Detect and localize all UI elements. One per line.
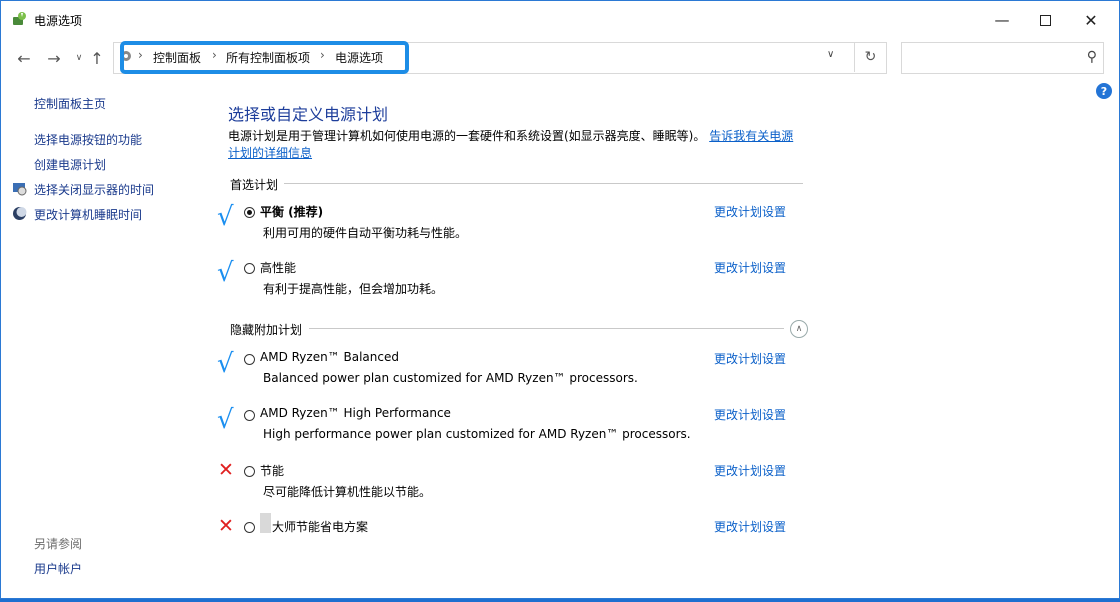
back-button[interactable]: ← — [14, 48, 34, 68]
plan-name: 节能 — [260, 464, 285, 478]
plan-radio-amd-high-performance[interactable] — [244, 410, 255, 421]
cross-mark-icon: ✕ — [218, 459, 234, 481]
sidebar-user-accounts[interactable]: 用户帐户 — [34, 560, 82, 577]
description-text: 电源计划是用于管理计算机如何使用电源的一套硬件和系统设置(如显示器亮度、睡眠等)… — [228, 129, 706, 143]
sleep-moon-icon — [13, 207, 27, 220]
address-dropdown-chevron-down-icon[interactable]: ∨ — [827, 49, 834, 60]
plan-description: Balanced power plan customized for AMD R… — [263, 371, 638, 385]
help-icon[interactable]: ? — [1096, 83, 1112, 99]
hidden-plans-label: 隐藏附加计划 — [230, 323, 303, 337]
sidebar-sleep-time[interactable]: 更改计算机睡眠时间 — [34, 206, 142, 223]
plan-description: High performance power plan customized f… — [263, 427, 691, 441]
title-bar: 电源选项 — ✕ — [1, 1, 1119, 39]
page-title: 选择或自定义电源计划 — [228, 105, 389, 124]
check-mark-icon: √ — [217, 405, 234, 435]
check-mark-icon: √ — [217, 258, 234, 288]
plan-name: 大师节能省电方案 — [272, 520, 369, 534]
forward-button[interactable]: → — [44, 48, 64, 68]
change-plan-settings-link[interactable]: 更改计划设置 — [714, 259, 786, 276]
plan-radio-amd-balanced[interactable] — [244, 354, 255, 365]
plan-radio-power-saver[interactable] — [244, 466, 255, 477]
see-also-heading: 另请参阅 — [34, 537, 83, 551]
display-timer-icon — [13, 183, 27, 196]
plan-description: 利用可用的硬件自动平衡功耗与性能。 — [263, 226, 468, 240]
divider — [284, 183, 803, 184]
cross-mark-icon: ✕ — [218, 515, 234, 537]
up-button[interactable]: ↑ — [87, 48, 107, 68]
plan-description: 有利于提高性能，但会增加功耗。 — [263, 282, 444, 296]
plan-description: 尽可能降低计算机性能以节能。 — [263, 485, 432, 499]
power-options-icon — [13, 12, 26, 25]
refresh-button[interactable]: ↻ — [854, 42, 886, 72]
plan-name: AMD Ryzen™ Balanced — [260, 350, 399, 364]
divider — [309, 328, 784, 329]
minimize-button[interactable]: — — [979, 1, 1025, 39]
search-icon: ⚲ — [1086, 49, 1097, 65]
plan-radio-master-power-saver[interactable] — [244, 522, 255, 533]
plan-name: 平衡 (推荐) — [260, 205, 324, 219]
change-plan-settings-link[interactable]: 更改计划设置 — [714, 350, 786, 367]
power-options-window: 电源选项 — ✕ ← → ∨ ↑ › 控制面板 › 所有控制面板项 › 电源选项… — [0, 0, 1120, 599]
window-title: 电源选项 — [34, 14, 83, 28]
close-button[interactable]: ✕ — [1068, 1, 1114, 39]
recent-locations-chevron-down-icon[interactable]: ∨ — [69, 48, 89, 68]
change-plan-settings-link[interactable]: 更改计划设置 — [714, 462, 786, 479]
change-plan-settings-link[interactable]: 更改计划设置 — [714, 406, 786, 423]
address-row: ← → ∨ ↑ › 控制面板 › 所有控制面板项 › 电源选项 ∨ ↻ ⚲ — [1, 41, 1119, 75]
change-plan-settings-link[interactable]: 更改计划设置 — [714, 518, 786, 535]
sidebar-power-button-function[interactable]: 选择电源按钮的功能 — [34, 131, 142, 148]
maximize-button[interactable] — [1022, 1, 1068, 39]
plan-name: 高性能 — [260, 261, 297, 275]
page-description: 电源计划是用于管理计算机如何使用电源的一套硬件和系统设置(如显示器亮度、睡眠等)… — [228, 128, 803, 162]
collapse-chevron-up-icon[interactable]: ∧ — [790, 320, 808, 338]
change-plan-settings-link[interactable]: 更改计划设置 — [714, 203, 786, 220]
check-mark-icon: √ — [217, 202, 234, 232]
cursor-artifact — [260, 513, 271, 533]
plan-radio-high-performance[interactable] — [244, 263, 255, 274]
sidebar-display-off-time[interactable]: 选择关闭显示器的时间 — [34, 181, 154, 198]
search-input[interactable]: ⚲ — [901, 42, 1104, 74]
sidebar-control-panel-home[interactable]: 控制面板主页 — [34, 95, 106, 112]
plan-name: AMD Ryzen™ High Performance — [260, 406, 451, 420]
sidebar-create-power-plan[interactable]: 创建电源计划 — [34, 156, 106, 173]
check-mark-icon: √ — [217, 349, 234, 379]
preferred-plans-label: 首选计划 — [230, 178, 279, 192]
plan-radio-balanced[interactable] — [244, 207, 255, 218]
breadcrumb-highlight-box — [120, 41, 409, 74]
